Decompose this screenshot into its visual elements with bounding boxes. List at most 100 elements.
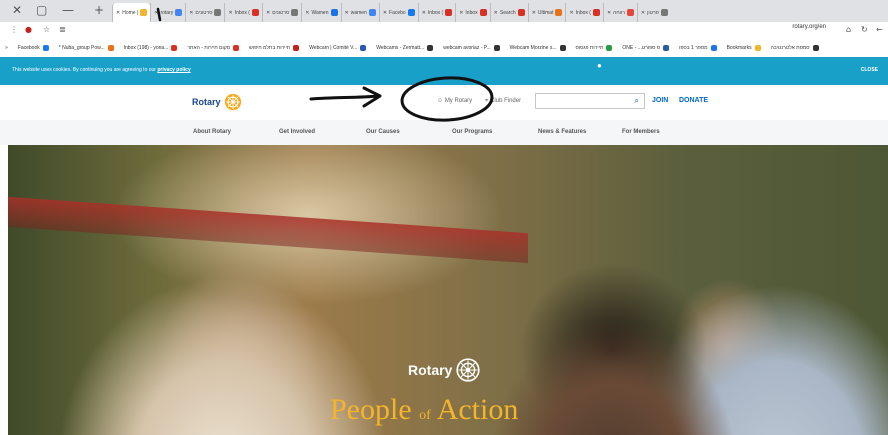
new-tab-icon[interactable]: + (94, 3, 104, 17)
bookmark-favicon-icon (493, 44, 500, 51)
back-icon[interactable]: ← (876, 25, 883, 34)
bookmark-label: * Nuba_group Pow... (58, 44, 105, 51)
bookmark-item[interactable]: Webcam | Comité V... (304, 44, 371, 51)
bookmarks-overflow-icon[interactable]: » (0, 45, 13, 51)
tab-label: Inbox ( (234, 9, 250, 16)
bookmark-label: Webcams - Zermatt... (376, 44, 425, 51)
club-finder-link[interactable]: ⌖ Club Finder (485, 98, 521, 105)
minimize-window-icon[interactable]: — (62, 3, 74, 17)
tab-favicon-icon (660, 9, 668, 16)
address-bar[interactable]: rotary.org/en (792, 24, 826, 30)
nav-our-causes[interactable]: Our Causes (366, 129, 400, 135)
bookmark-item[interactable]: Facebook (13, 44, 54, 51)
nav-news-features[interactable]: News & Features (538, 129, 586, 135)
search-input[interactable]: ⌕ (535, 93, 645, 109)
bookmark-item[interactable]: Webcams - Zermatt... (371, 44, 438, 51)
bookmark-favicon-icon (233, 44, 240, 51)
browser-tab[interactable]: ✕ סרטונים (185, 3, 224, 22)
site-header: Rotary ☺ My Rotary ⌖ Club Finder ⌕ JOIN … (0, 85, 888, 120)
browser-tab[interactable]: ✕ Inbox ( (224, 3, 262, 22)
browser-tab[interactable]: ✕ רווחה (602, 3, 637, 22)
browser-tab[interactable]: ✕ סרטון (636, 3, 671, 22)
donate-button[interactable]: DONATE (679, 97, 708, 104)
bookmark-favicon-icon (171, 44, 178, 51)
bookmark-item[interactable]: ONE - ...ס ספורט (617, 44, 674, 51)
hero-rotary-logo: Rotary (408, 358, 480, 382)
browser-tab[interactable]: ✕ Facebo (378, 3, 418, 22)
browser-tab[interactable]: ✕ rotary (150, 3, 185, 22)
bookmark-favicon-icon (754, 44, 761, 51)
close-tab-icon[interactable]: ✕ (228, 10, 232, 16)
close-tab-icon[interactable]: ✕ (189, 10, 193, 16)
cookie-text: This website uses cookies. By continuing… (12, 67, 191, 73)
close-tab-icon[interactable]: ✕ (116, 10, 120, 16)
bookmark-item[interactable]: מקום תיירות - האתר (182, 44, 244, 51)
extension-icon[interactable]: ● (25, 25, 32, 34)
close-tab-icon[interactable]: ✕ (383, 10, 387, 16)
tab-label: Home | (122, 9, 139, 16)
nav-for-members[interactable]: For Members (622, 129, 660, 135)
bookmark-label: Facebook (17, 44, 40, 51)
bookmark-item[interactable]: Bookmarks (722, 44, 766, 51)
tab-favicon-icon (251, 9, 259, 16)
bookmark-item[interactable]: * Nuba_group Pow... (54, 44, 119, 51)
menu-dots-icon[interactable]: ⋮ (10, 25, 18, 34)
star-icon[interactable]: ☆ (43, 25, 50, 34)
tab-label: סרטונים (272, 9, 290, 16)
close-tab-icon[interactable]: ✕ (532, 10, 536, 16)
close-tab-icon[interactable]: ✕ (607, 10, 611, 16)
close-tab-icon[interactable]: ✕ (266, 10, 270, 16)
browser-tab[interactable]: ✕ Inbox (455, 3, 489, 22)
restore-window-icon[interactable]: ▢ (36, 3, 47, 17)
browser-tab[interactable]: ✕ Search (489, 3, 528, 22)
bookmark-item[interactable]: Webcam Morzine s... (505, 44, 571, 51)
tab-favicon-icon (479, 9, 487, 16)
browser-tabs: ✕ Home | ✕ rotary ✕ סרטונים ✕ Inbox (✕ סרטונים ✕ W… (112, 3, 888, 22)
close-tab-icon[interactable]: ✕ (494, 10, 498, 16)
bookmark-label: סמסת אלטרנטיבה (770, 44, 810, 51)
bookmark-label: Bookmarks (726, 44, 752, 51)
my-rotary-link[interactable]: ☺ My Rotary (437, 98, 472, 104)
browser-tab[interactable]: ✕ Inbox ( (417, 3, 456, 22)
close-tab-icon[interactable]: ✕ (345, 10, 349, 16)
close-tab-icon[interactable]: ✕ (422, 10, 426, 16)
tab-favicon-icon (626, 9, 634, 16)
hero-photo-awning (8, 196, 528, 264)
tab-label: Inbox (465, 9, 478, 16)
cookie-close-button[interactable]: CLOSE (861, 67, 878, 73)
bookmark-favicon-icon (606, 44, 613, 51)
close-tab-icon[interactable]: ✕ (641, 10, 645, 16)
nav-our-programs[interactable]: Our Programs (452, 129, 492, 135)
close-tab-icon[interactable]: ✕ (154, 10, 158, 16)
nav-about-rotary[interactable]: About Rotary (193, 129, 231, 135)
tab-label: wamen (350, 9, 367, 16)
nav-get-involved[interactable]: Get Involved (279, 129, 315, 135)
browser-tab[interactable]: ✕ wamen (340, 3, 379, 22)
browser-tab[interactable]: ✕ Wamen (301, 3, 340, 22)
search-icon[interactable]: ⌕ (635, 96, 639, 106)
bookmark-item[interactable]: מספר 1 בספו (674, 44, 722, 51)
browser-tab[interactable]: ✕ Ultimat (527, 3, 566, 22)
bookmark-item[interactable]: תיירות פגסוס (571, 44, 618, 51)
rotary-logo[interactable]: Rotary (192, 93, 242, 111)
join-button[interactable]: JOIN (652, 97, 668, 104)
browser-tab[interactable]: ✕ Inbox ( (565, 3, 603, 22)
bookmark-item[interactable]: תיירות בתלמ חיפוש (244, 44, 304, 51)
browser-tab[interactable]: ✕ סרטונים (261, 3, 301, 22)
bookmark-item[interactable]: Inbox (198) - yona... (119, 44, 183, 51)
tab-favicon-icon (368, 9, 376, 16)
main-nav: About Rotary Get Involved Our Causes Our… (0, 120, 888, 145)
close-window-icon[interactable]: ✕ (12, 3, 22, 17)
close-tab-icon[interactable]: ✕ (569, 10, 573, 16)
home-icon[interactable]: ⌂ (846, 25, 851, 34)
browser-tab[interactable]: ✕ Home | (112, 3, 151, 22)
reload-icon[interactable]: ↻ (861, 25, 868, 34)
browser-toolbar: ⋮ ● ☆ ≣ rotary.org/en ⌂ ↻ ← (0, 22, 888, 39)
bookmark-item[interactable]: webcam avoriaz - P... (438, 44, 504, 51)
privacy-policy-link[interactable]: privacy policy (157, 67, 190, 73)
reader-icon[interactable]: ≣ (59, 25, 66, 34)
tab-label: Inbox ( (427, 9, 444, 16)
close-tab-icon[interactable]: ✕ (459, 10, 463, 16)
bookmark-item[interactable]: סמסת אלטרנטיבה (766, 44, 824, 51)
close-tab-icon[interactable]: ✕ (305, 10, 309, 16)
